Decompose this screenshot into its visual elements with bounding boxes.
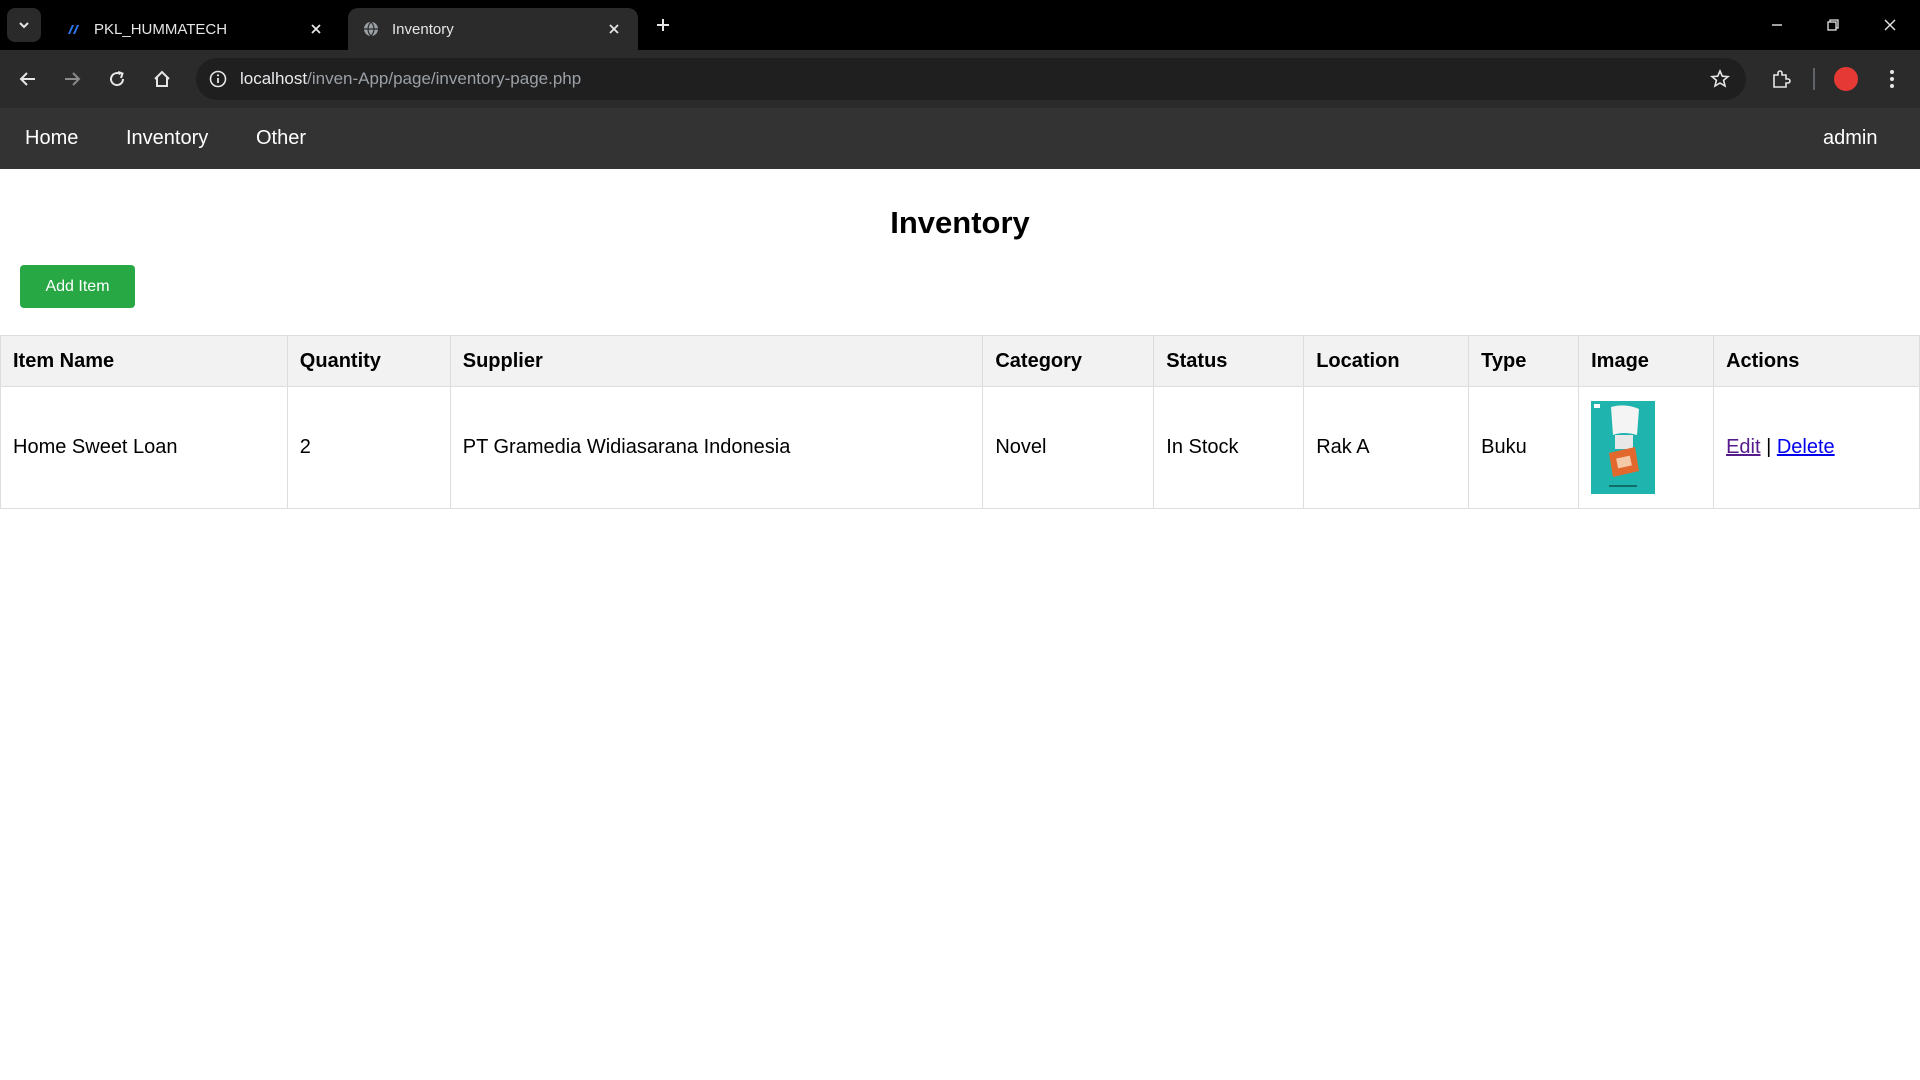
extensions-puzzle-icon[interactable] (1766, 64, 1796, 94)
minimize-icon[interactable] (1762, 10, 1792, 40)
home-icon[interactable] (146, 63, 178, 95)
url-text: localhost/inven-App/page/inventory-page.… (240, 69, 581, 89)
inventory-table: Item Name Quantity Supplier Category Sta… (0, 335, 1920, 509)
nav-link-other[interactable]: Other (256, 108, 306, 169)
tab-search-button[interactable] (7, 8, 41, 42)
column-header-image: Image (1578, 335, 1715, 387)
browser-toolbar: localhost/inven-App/page/inventory-page.… (0, 50, 1920, 108)
cell-location: Rak A (1303, 386, 1470, 509)
close-window-icon[interactable] (1875, 10, 1905, 40)
table-header-row: Item Name Quantity Supplier Category Sta… (0, 335, 1920, 387)
cell-actions: Edit | Delete (1713, 386, 1920, 509)
toolbar-separator (1813, 68, 1815, 90)
url-host: localhost (240, 69, 308, 88)
bookmark-star-icon[interactable] (1708, 67, 1732, 91)
globe-icon (362, 20, 380, 38)
column-header-actions: Actions (1713, 335, 1920, 387)
page-title: Inventory (890, 205, 1030, 240)
back-icon[interactable] (12, 63, 44, 95)
browser-tab-inventory[interactable]: Inventory (348, 8, 638, 50)
column-header-supplier: Supplier (449, 335, 984, 387)
column-header-item-name: Item Name (0, 335, 288, 387)
close-tab-icon[interactable] (602, 17, 626, 41)
url-path: /inven-App/page/inventory-page.php (307, 69, 582, 88)
tab-title: PKL_HUMMATECH (94, 20, 228, 38)
close-tab-icon[interactable] (304, 17, 328, 41)
delete-link[interactable]: Delete (1777, 436, 1835, 458)
user-menu-admin[interactable]: admin (1823, 108, 1877, 169)
profile-avatar[interactable] (1834, 67, 1858, 91)
site-info-icon[interactable] (206, 67, 230, 91)
column-header-quantity: Quantity (286, 335, 451, 387)
column-header-location: Location (1303, 335, 1470, 387)
new-tab-icon[interactable] (650, 12, 676, 38)
cell-category: Novel (982, 386, 1155, 509)
cell-status: In Stock (1153, 386, 1305, 509)
cell-image (1578, 386, 1715, 509)
chevron-down-icon (19, 22, 29, 29)
cell-type: Buku (1468, 386, 1580, 509)
reload-icon[interactable] (101, 63, 133, 95)
hummatech-favicon-icon (64, 20, 82, 38)
nav-link-inventory[interactable]: Inventory (126, 108, 208, 169)
table-row: Home Sweet Loan 2 PT Gramedia Widiasaran… (0, 386, 1920, 509)
cell-supplier: PT Gramedia Widiasarana Indonesia (449, 386, 984, 509)
nav-link-home[interactable]: Home (25, 108, 78, 169)
book-cover-image (1591, 401, 1656, 494)
add-item-button[interactable]: Add Item (20, 265, 135, 308)
restore-icon[interactable] (1818, 10, 1848, 40)
browser-tabstrip: PKL_HUMMATECH Inventory (0, 0, 1920, 50)
browser-tab-pkl[interactable]: PKL_HUMMATECH (50, 8, 340, 50)
column-header-category: Category (982, 335, 1155, 387)
address-bar[interactable]: localhost/inven-App/page/inventory-page.… (196, 58, 1746, 100)
actions-separator: | (1766, 436, 1772, 458)
main-navbar: Home Inventory Other admin (0, 108, 1920, 169)
forward-icon[interactable] (56, 63, 88, 95)
tab-title: Inventory (392, 20, 454, 38)
more-menu-icon[interactable] (1880, 64, 1904, 94)
cell-item-name: Home Sweet Loan (0, 386, 288, 509)
column-header-status: Status (1153, 335, 1305, 387)
cell-quantity: 2 (286, 386, 451, 509)
column-header-type: Type (1468, 335, 1580, 387)
edit-link[interactable]: Edit (1726, 436, 1760, 458)
